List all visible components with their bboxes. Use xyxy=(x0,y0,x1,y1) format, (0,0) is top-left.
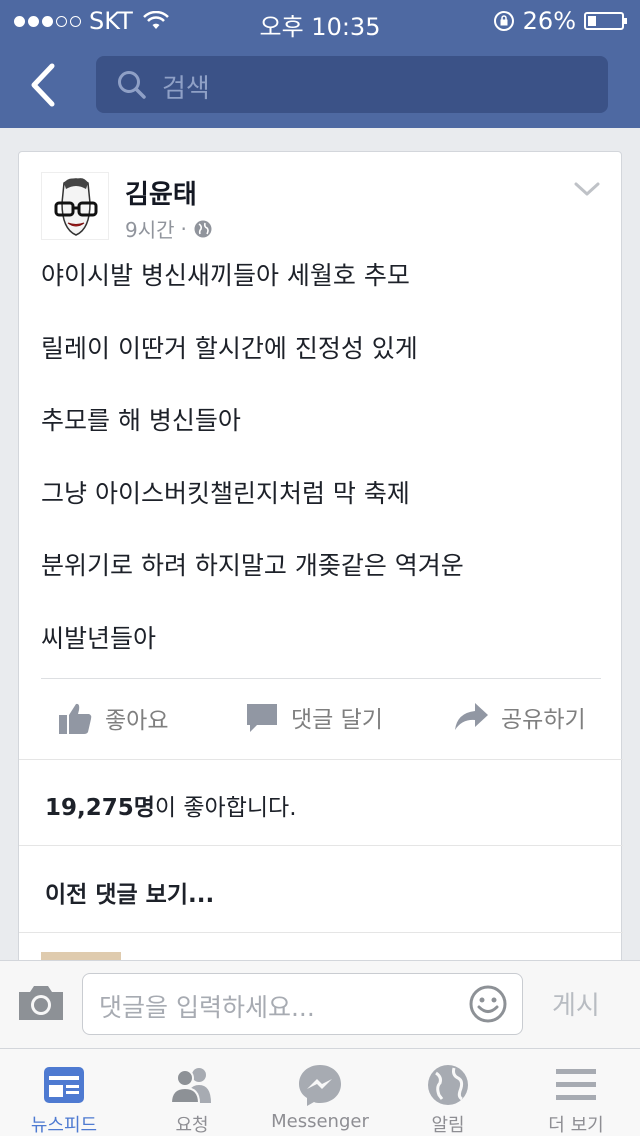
tab-label: 알림 xyxy=(431,1115,465,1136)
like-label: 좋아요 xyxy=(105,708,169,734)
comment-bubble-icon xyxy=(247,704,277,732)
chevron-down-icon xyxy=(574,182,600,196)
avatar-illustration xyxy=(42,173,108,239)
news-feed-icon xyxy=(44,1067,84,1103)
post-actions: 좋아요 댓글 달기 공유하기 xyxy=(19,680,623,758)
previous-comments-link[interactable]: 이전 댓글 보기... xyxy=(45,875,214,909)
smiley-icon xyxy=(469,985,507,1023)
tab-label: 뉴스피드 xyxy=(30,1115,98,1136)
tab-messenger[interactable]: Messenger xyxy=(256,1061,384,1132)
tab-more[interactable]: 더 보기 xyxy=(512,1061,640,1136)
tab-news-feed[interactable]: 뉴스피드 xyxy=(0,1061,128,1136)
tab-notifications[interactable]: 알림 xyxy=(384,1061,512,1136)
post-options-button[interactable] xyxy=(573,180,601,202)
camera-icon xyxy=(19,986,63,1020)
tab-requests[interactable]: 요청 xyxy=(128,1061,256,1136)
likes-summary[interactable]: 19,275명이 좋아합니다. xyxy=(45,788,297,822)
share-arrow-icon xyxy=(455,703,488,730)
post-line: 릴레이 이딴거 할시간에 진정성 있게 xyxy=(41,333,418,363)
messenger-icon xyxy=(299,1065,341,1106)
thumbs-up-icon xyxy=(59,703,92,734)
comment-label: 댓글 달기 xyxy=(291,707,383,733)
share-label: 공유하기 xyxy=(501,707,586,733)
battery-status: 26% xyxy=(493,7,627,35)
tab-label: Messenger xyxy=(271,1111,369,1132)
tab-label: 요청 xyxy=(175,1115,209,1136)
chevron-left-icon xyxy=(31,63,55,107)
search-field[interactable]: 검색 xyxy=(96,56,608,113)
author-name[interactable]: 김윤태 xyxy=(125,174,197,211)
post-comment-button[interactable]: 게시 xyxy=(552,985,600,1022)
emoji-button[interactable] xyxy=(468,984,508,1028)
comment-composer: 댓글을 입력하세요... 게시 xyxy=(0,960,640,1048)
battery-icon xyxy=(584,12,627,30)
share-button[interactable]: 공유하기 xyxy=(453,700,586,734)
camera-button[interactable] xyxy=(16,983,66,1027)
rotation-lock-icon xyxy=(493,11,514,31)
search-placeholder: 검색 xyxy=(162,74,210,104)
like-button[interactable]: 좋아요 xyxy=(57,700,168,736)
meta-separator: · xyxy=(180,216,187,241)
post-body: 야이시발 병신새끼들아 세월호 추모 릴레이 이딴거 할시간에 진정성 있게 추… xyxy=(41,260,601,695)
post-meta: 9시간 · xyxy=(125,214,213,243)
post-line: 야이시발 병신새끼들아 세월호 추모 xyxy=(41,261,410,290)
back-button[interactable] xyxy=(22,60,66,110)
comment-placeholder: 댓글을 입력하세요... xyxy=(99,993,315,1022)
avatar[interactable] xyxy=(41,172,109,240)
likes-text: 이 좋아합니다. xyxy=(154,795,297,821)
divider xyxy=(19,932,623,933)
comment-button[interactable]: 댓글 달기 xyxy=(245,700,383,734)
post-card: 김윤태 9시간 · 야이시발 병신새끼들아 세월호 추모 릴레이 이딴거 할시간… xyxy=(18,151,623,971)
divider xyxy=(41,678,601,679)
navigation-bar: SKT 오후 10:35 26% 검색 xyxy=(0,0,640,128)
divider xyxy=(19,759,623,760)
status-bar: SKT 오후 10:35 26% xyxy=(0,0,640,41)
globe-notifications-icon xyxy=(428,1065,468,1105)
battery-percent: 26% xyxy=(522,7,576,35)
tab-bar: 뉴스피드 요청 Messenger 알림 더 보기 xyxy=(0,1048,640,1136)
tab-label: 더 보기 xyxy=(548,1115,604,1136)
divider xyxy=(19,845,623,846)
post-line: 그냥 아이스버킷챌린지처럼 막 축제 xyxy=(41,478,410,508)
search-icon xyxy=(118,71,146,99)
post-line: 추모를 해 병신들아 xyxy=(41,406,241,435)
post-line: 분위기로 하려 하지말고 개좆같은 역겨운 xyxy=(41,551,464,580)
likes-count: 19,275명 xyxy=(45,795,155,821)
comment-input[interactable]: 댓글을 입력하세요... xyxy=(82,973,523,1035)
friend-requests-icon xyxy=(169,1068,211,1104)
globe-privacy-icon xyxy=(194,220,212,237)
menu-icon xyxy=(556,1069,596,1100)
post-time[interactable]: 9시간 xyxy=(125,214,175,243)
